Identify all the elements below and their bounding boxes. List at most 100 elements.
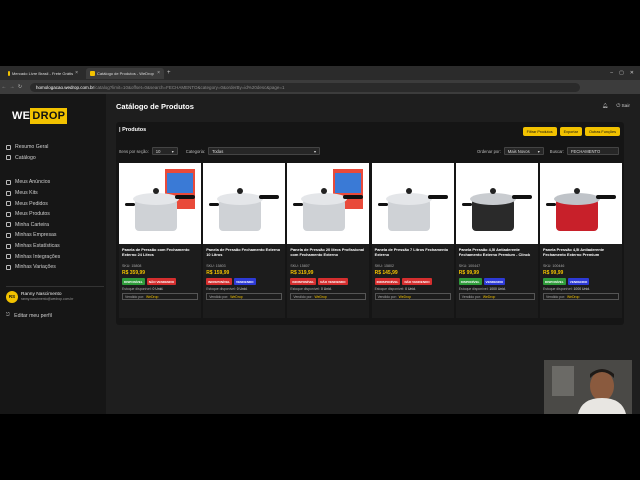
export-button[interactable]: Exportar bbox=[559, 127, 582, 136]
close-icon[interactable]: × bbox=[75, 70, 78, 76]
category-label: Categoria: bbox=[185, 148, 206, 154]
sidebar-item-label: Minhas Integrações bbox=[15, 253, 61, 260]
help-label: Outras Funções bbox=[588, 129, 616, 134]
product-image[interactable] bbox=[203, 163, 286, 244]
sidebar-item-kits[interactable]: Meus Kits bbox=[6, 188, 102, 199]
sidebar-item-carteira[interactable]: Minha Carteira bbox=[6, 220, 102, 231]
reload-icon[interactable]: ↻ bbox=[16, 84, 24, 90]
minimize-icon[interactable]: – bbox=[610, 70, 613, 76]
product-badges: INDISPONÍVEL NÃO VENDENDO bbox=[372, 276, 454, 285]
card-buttons: Filtrar Produtos Exportar Outras Funções bbox=[522, 127, 620, 136]
back-icon[interactable]: ← bbox=[0, 84, 8, 90]
seller-label: Vendido por: bbox=[461, 294, 481, 299]
seller-label: Vendido por: bbox=[293, 294, 313, 299]
product-name[interactable]: Panela Pressão 4,5l Antiaderente Fechame… bbox=[456, 244, 538, 264]
edit-icon: ⎋ bbox=[6, 312, 11, 318]
filter-products-button[interactable]: Filtrar Produtos bbox=[522, 127, 557, 136]
seller-name: WeDrop bbox=[567, 294, 580, 299]
search-value: FECHAMENTO bbox=[571, 148, 601, 154]
pressure-cooker-image bbox=[119, 163, 201, 244]
product-image[interactable] bbox=[287, 163, 370, 244]
catalog-icon bbox=[6, 155, 11, 161]
status-badge: INDISPONÍVEL bbox=[374, 278, 401, 285]
product-name[interactable]: Panela de Pressão com Fechamento Externo… bbox=[119, 244, 201, 264]
url-field[interactable]: homologacao.wedrop.com.br/catalog?limit=… bbox=[30, 82, 580, 92]
order-select[interactable]: Mais Novos ▾ bbox=[503, 147, 544, 155]
logout-label: Sair bbox=[621, 104, 630, 109]
seller-label: Vendido por: bbox=[546, 294, 566, 299]
products-icon bbox=[6, 211, 11, 217]
wallet-icon bbox=[6, 222, 11, 228]
stock-label: Estoque disponível: bbox=[290, 287, 320, 291]
pressure-cooker-image bbox=[287, 163, 370, 244]
search-input[interactable]: FECHAMENTO bbox=[567, 147, 619, 155]
product-card[interactable]: Panela de Pressão com Fechamento Externo… bbox=[119, 163, 201, 318]
sidebar-item-pedidos[interactable]: Meus Pedidos bbox=[6, 198, 102, 209]
product-image[interactable] bbox=[540, 163, 622, 244]
product-stock: Estoque disponível: 0 Unid. bbox=[372, 285, 454, 291]
maximize-icon[interactable]: ▢ bbox=[619, 70, 624, 76]
browser-tab-2[interactable]: Catálogo de Produtos - WeDrop × bbox=[86, 67, 164, 79]
wedrop-logo[interactable]: WE DROP bbox=[12, 108, 68, 124]
edit-profile-link[interactable]: ⎋ Editar meu perfil bbox=[6, 312, 52, 319]
forward-icon[interactable]: → bbox=[8, 84, 16, 90]
product-name[interactable]: Panela Pressão 4,5l Antiaderente Fechame… bbox=[540, 244, 622, 264]
top-right: 🔔︎ ⏻ Sair bbox=[602, 103, 630, 110]
logo-drop: DROP bbox=[30, 108, 68, 124]
product-price: R$ 145,99 bbox=[374, 270, 398, 276]
address-bar: ← → ↻ homologacao.wedrop.com.br/catalog?… bbox=[0, 80, 640, 94]
per-page-value: 10 bbox=[155, 148, 161, 154]
product-name[interactable]: Panela de Pressão Fechamento Externo 10 … bbox=[203, 244, 285, 264]
logout-button[interactable]: ⏻ Sair bbox=[616, 103, 630, 109]
sidebar-item-produtos[interactable]: Meus Produtos bbox=[6, 209, 102, 220]
sidebar-item-estatisticas[interactable]: Minhas Estatísticas bbox=[6, 241, 102, 252]
video-frame: Mercado Livre Brasil - Frete Grátis × Ca… bbox=[0, 0, 640, 480]
url-host: homologacao.wedrop.com.br bbox=[36, 84, 95, 90]
order-label: Ordenar por: bbox=[477, 148, 501, 154]
sidebar-item-label: Meus Kits bbox=[15, 190, 38, 197]
window-controls: – ▢ ✕ bbox=[610, 70, 634, 76]
product-seller: Vendido por: WeDrop bbox=[543, 293, 619, 300]
product-card[interactable]: Panela Pressão 4,5l Antiaderente Fechame… bbox=[540, 163, 622, 318]
product-badges: DISPONÍVEL NÃO VENDENDO bbox=[119, 276, 201, 285]
sidebar-item-integracoes[interactable]: Minhas Integrações bbox=[6, 251, 102, 262]
stock-value: 0 Unid. bbox=[236, 287, 248, 291]
webcam-overlay bbox=[544, 360, 632, 414]
stock-label: Estoque disponível: bbox=[206, 287, 236, 291]
product-seller: Vendido por: WeDrop bbox=[122, 293, 198, 300]
sidebar-item-anuncios[interactable]: Meus Anúncios bbox=[6, 177, 102, 188]
browser-tab-1[interactable]: Mercado Livre Brasil - Frete Grátis × bbox=[4, 68, 82, 79]
product-image[interactable] bbox=[119, 163, 201, 244]
bell-icon[interactable]: 🔔︎ bbox=[602, 104, 608, 109]
product-name[interactable]: Panela de Pressão 20 litros Profissional… bbox=[287, 244, 369, 264]
sale-badge: NÃO VENDENDO bbox=[146, 278, 177, 285]
product-name[interactable]: Panela de Pressão 7 Litros Fechamento Ex… bbox=[372, 244, 454, 264]
product-stock: Estoque disponível: 1000 Unid. bbox=[456, 285, 538, 291]
user-box[interactable]: RS Ranny Nascimento ranny.nascimento@wed… bbox=[6, 286, 104, 304]
product-card[interactable]: Panela de Pressão 7 Litros Fechamento Ex… bbox=[371, 163, 454, 318]
seller-label: Vendido por: bbox=[377, 294, 397, 299]
user-email: ranny.nascimento@wedrop.com.br bbox=[21, 297, 74, 301]
sidebar-item-resumo[interactable]: Resumo Geral bbox=[6, 142, 102, 153]
sidebar-item-variacoes[interactable]: Minhas Variações bbox=[6, 262, 102, 273]
product-card[interactable]: Panela Pressão 4,5l Antiaderente Fechame… bbox=[455, 163, 538, 318]
sidebar-item-label: Minhas Estatísticas bbox=[15, 243, 60, 250]
orders-icon bbox=[6, 201, 11, 207]
close-window-icon[interactable]: ✕ bbox=[630, 70, 634, 76]
search-label: Buscar: bbox=[549, 148, 564, 154]
sidebar-item-empresas[interactable]: Minhas Empresas bbox=[6, 230, 102, 241]
product-badges: DISPONÍVEL VENDENDO bbox=[456, 276, 538, 285]
product-price: R$ 359,99 bbox=[122, 270, 146, 276]
product-card[interactable]: Panela de Pressão Fechamento Externo 10 … bbox=[203, 163, 286, 318]
sidebar: WE DROP Resumo Geral Catálogo Meus Anúnci… bbox=[0, 94, 106, 414]
product-card[interactable]: Panela de Pressão 20 litros Profissional… bbox=[287, 163, 370, 318]
new-tab-button[interactable]: + bbox=[167, 70, 171, 76]
sidebar-item-catalogo[interactable]: Catálogo bbox=[6, 153, 102, 164]
category-select[interactable]: Todas ▾ bbox=[208, 147, 321, 155]
close-icon[interactable]: × bbox=[157, 70, 160, 76]
pressure-cooker-image bbox=[371, 163, 454, 244]
other-functions-button[interactable]: Outras Funções bbox=[584, 127, 620, 136]
product-image[interactable] bbox=[455, 163, 538, 244]
per-page-select[interactable]: 10 ▾ bbox=[151, 147, 178, 155]
product-image[interactable] bbox=[371, 163, 454, 244]
